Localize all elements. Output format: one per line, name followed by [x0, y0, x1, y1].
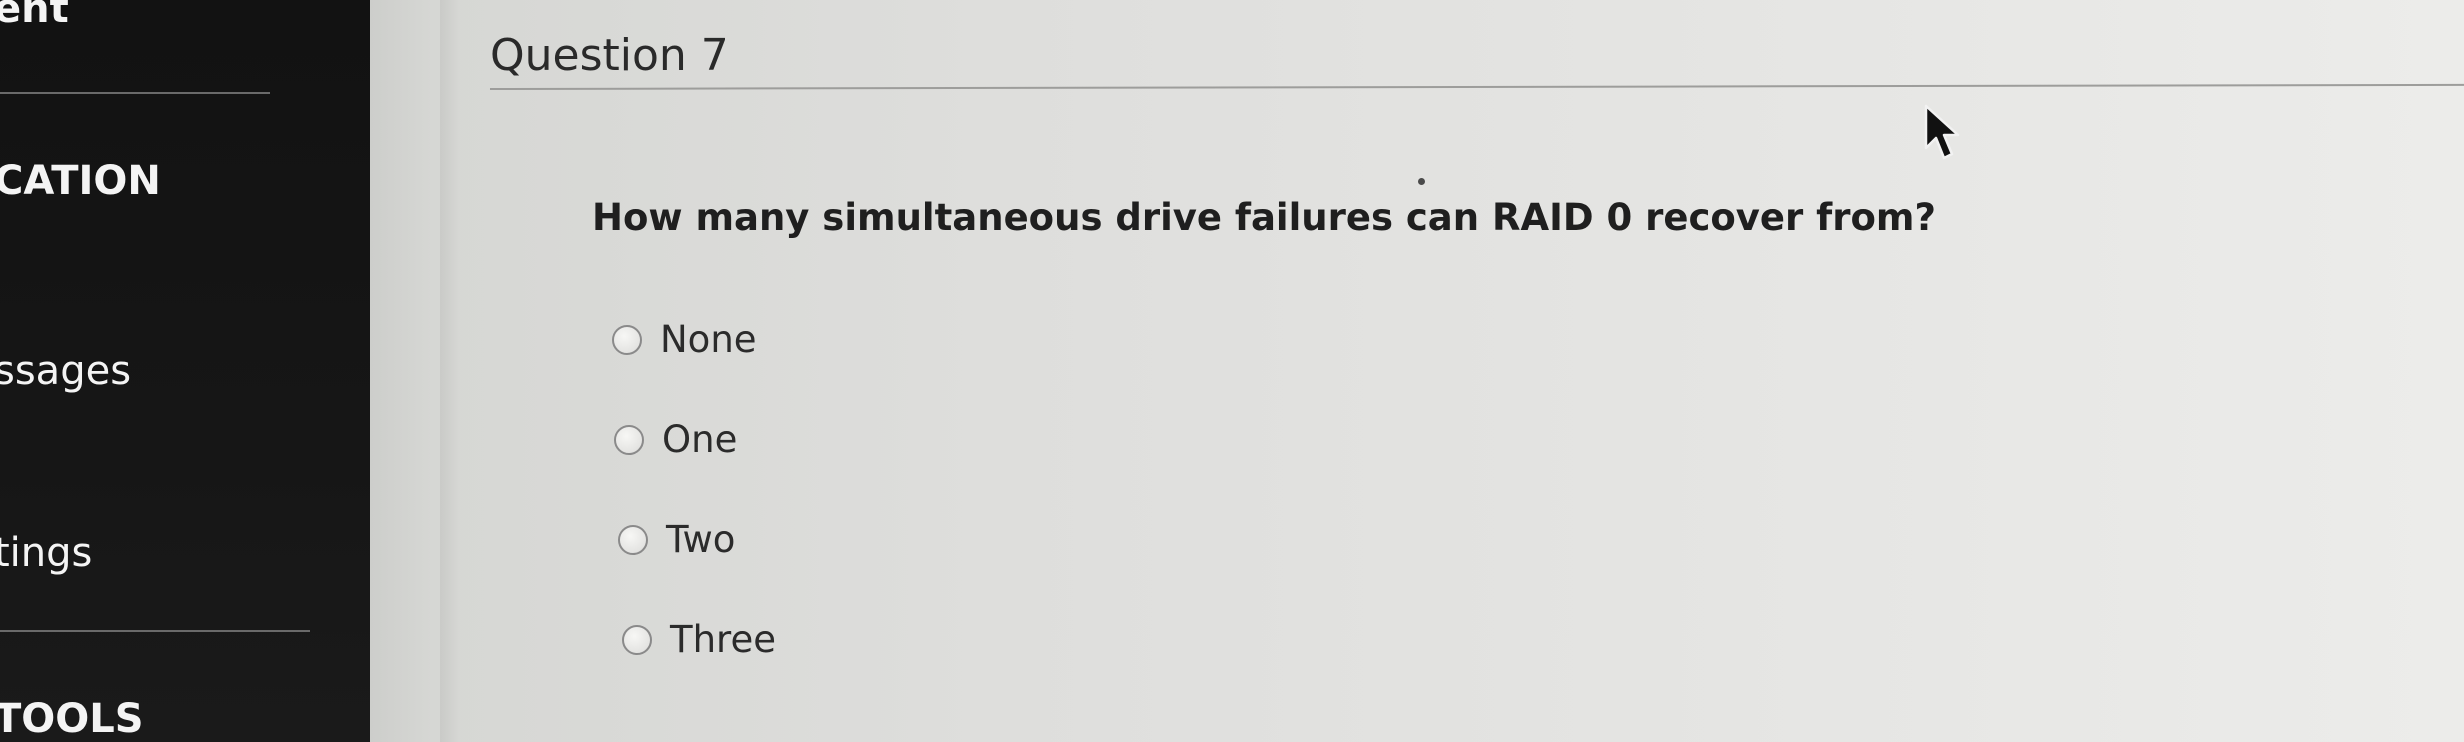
question-text: How many simultaneous drive failures can…	[592, 196, 1936, 239]
radio-unchecked-icon[interactable]	[618, 524, 648, 555]
answer-option-three[interactable]: Three	[622, 618, 776, 661]
screen: ent CATION ssages tings TOOLS Question 7…	[0, 0, 2464, 742]
sidebar-divider	[0, 92, 270, 94]
sidebar-section-heading: CATION	[0, 158, 161, 204]
answer-option-label[interactable]: Two	[666, 518, 735, 561]
sidebar-divider	[0, 630, 310, 632]
sidebar-item-settings[interactable]: tings	[0, 530, 92, 576]
answer-option-none[interactable]: None	[612, 318, 757, 361]
answer-option-one[interactable]: One	[614, 418, 737, 461]
screen-speck	[1418, 178, 1425, 185]
answer-option-two[interactable]: Two	[618, 518, 735, 561]
panel-edge	[440, 0, 460, 742]
sidebar-item-messages[interactable]: ssages	[0, 348, 131, 394]
radio-unchecked-icon[interactable]	[614, 424, 644, 455]
radio-unchecked-icon[interactable]	[612, 324, 642, 355]
sidebar-item-top[interactable]: ent	[0, 0, 69, 32]
radio-unchecked-icon[interactable]	[622, 624, 652, 655]
question-title: Question 7	[490, 30, 729, 81]
mouse-pointer-icon	[1924, 104, 1960, 160]
answer-option-label[interactable]: None	[660, 318, 757, 361]
answer-option-label[interactable]: One	[662, 418, 737, 461]
answer-option-label[interactable]: Three	[670, 618, 776, 661]
sidebar-section-tools: TOOLS	[0, 696, 144, 742]
sidebar-nav: ent CATION ssages tings TOOLS	[0, 0, 370, 742]
